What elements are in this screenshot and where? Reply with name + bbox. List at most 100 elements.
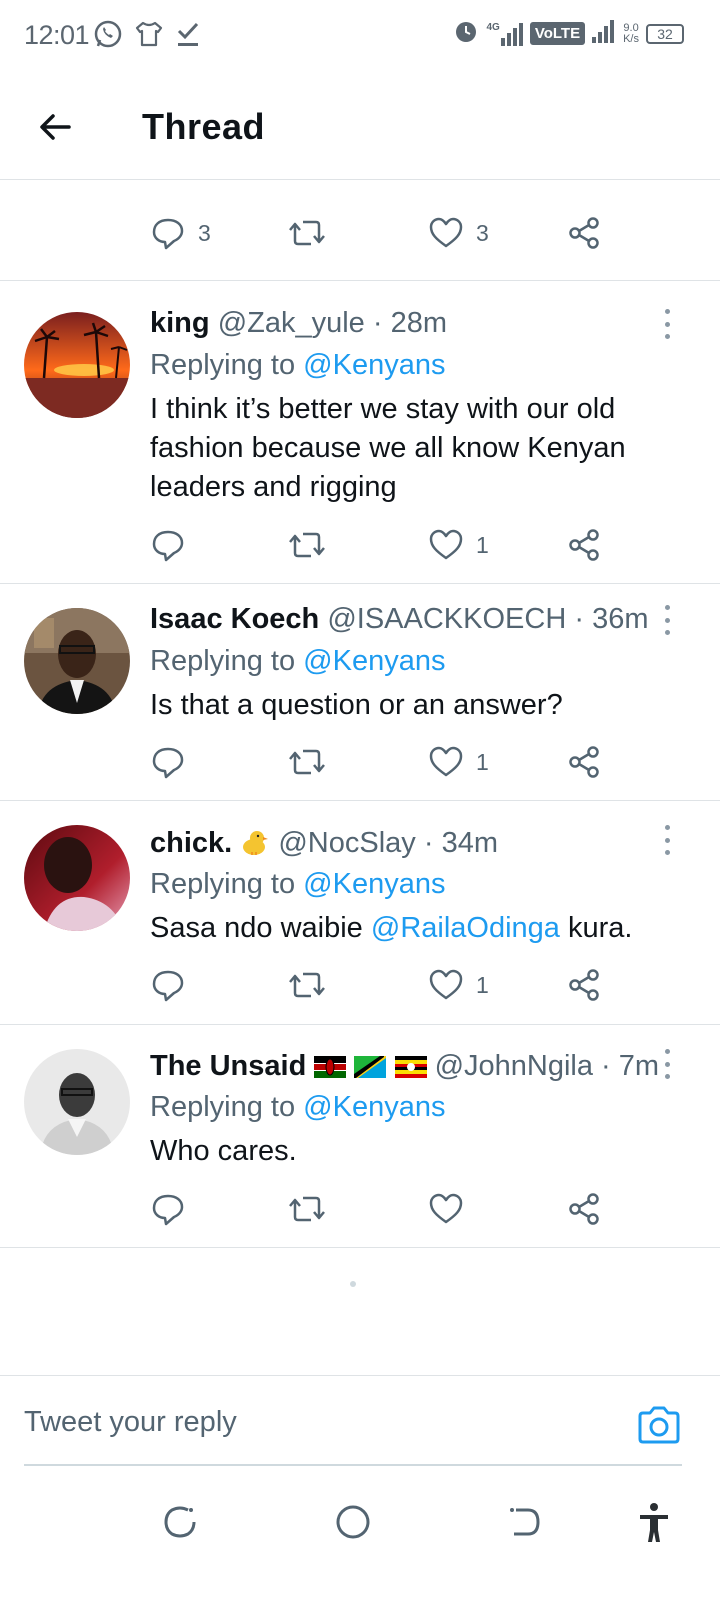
retweet-button[interactable]: [287, 965, 327, 1005]
tweet-header: The Unsaid @JohnNgila · 7m: [150, 1050, 659, 1083]
replying-to-link[interactable]: @Kenyans: [303, 645, 445, 677]
share-button[interactable]: [566, 525, 602, 565]
avatar[interactable]: [24, 608, 130, 714]
heart-icon: [429, 969, 463, 1000]
author-name[interactable]: Isaac Koech: [150, 603, 319, 635]
accessibility-icon: [640, 1503, 668, 1542]
chick-emoji-icon: [240, 827, 278, 859]
like-button[interactable]: [428, 1189, 464, 1229]
avatar[interactable]: [24, 1049, 130, 1155]
tweet-text: Is that a question or an answer?: [150, 689, 563, 721]
separator-dot: ·: [372, 307, 383, 339]
tweet-header: king @Zak_yule · 28m: [150, 307, 447, 340]
camera-icon: [638, 1406, 680, 1444]
recents-button[interactable]: [158, 1500, 202, 1544]
author-handle[interactable]: @JohnNgila: [435, 1050, 593, 1082]
signal-4g-icon: 4G: [486, 22, 523, 46]
retweet-icon: [289, 972, 325, 998]
accessibility-button[interactable]: [632, 1500, 676, 1544]
share-button[interactable]: [566, 213, 602, 253]
tweet-text: I think it’s better we stay with our old…: [150, 393, 626, 503]
share-icon: [569, 529, 599, 561]
tweet-item[interactable]: king @Zak_yule · 28m Replying to @Kenyan…: [0, 281, 720, 583]
status-bar: 12:01 4G VoLTE 9.0 K/s 32: [0, 0, 720, 72]
reply-icon: [152, 970, 184, 1002]
battery-indicator: 32: [646, 23, 684, 44]
reply-input[interactable]: Tweet your reply: [24, 1406, 237, 1439]
retweet-icon: [289, 749, 325, 775]
author-name[interactable]: The Unsaid: [150, 1050, 306, 1082]
like-button[interactable]: 1: [428, 742, 489, 782]
separator-dot: ·: [574, 603, 585, 635]
author-name[interactable]: king: [150, 307, 210, 339]
reply-button[interactable]: [150, 1189, 186, 1229]
replying-to: Replying to @Kenyans: [150, 868, 446, 900]
author-name[interactable]: chick.: [150, 827, 232, 859]
camera-button[interactable]: [636, 1404, 682, 1446]
like-count: 1: [476, 971, 489, 998]
like-count: 1: [476, 748, 489, 775]
back-nav-icon: [510, 1508, 540, 1536]
share-button[interactable]: [566, 1189, 602, 1229]
page-title: Thread: [142, 106, 266, 147]
reply-button[interactable]: 3: [150, 213, 211, 253]
retweet-icon: [289, 532, 325, 558]
avatar[interactable]: [24, 312, 130, 418]
tweet-item[interactable]: chick. @NocSlay · 34m Replying to @Kenya…: [0, 801, 720, 1024]
back-arrow-icon: [40, 114, 71, 140]
replying-to: Replying to @Kenyans: [150, 349, 446, 381]
heart-icon: [429, 529, 463, 560]
tweet-item[interactable]: The Unsaid @JohnNgila · 7m Replying to @…: [0, 1025, 720, 1247]
back-nav-button[interactable]: [502, 1500, 546, 1544]
tweet-item[interactable]: Isaac Koech @ISAACKKOECH · 36m Replying …: [0, 584, 720, 800]
tweet-text: Who cares.: [150, 1135, 297, 1167]
share-button[interactable]: [566, 742, 602, 782]
avatar[interactable]: [24, 825, 130, 931]
alarm-icon: [453, 18, 479, 49]
retweet-icon: [289, 1196, 325, 1222]
reply-icon: [152, 218, 184, 250]
app-header: Thread: [0, 72, 720, 180]
like-button[interactable]: 3: [428, 213, 489, 253]
replying-to-link[interactable]: @Kenyans: [303, 349, 445, 381]
retweet-button[interactable]: [287, 525, 327, 565]
retweet-button[interactable]: [287, 1189, 327, 1229]
like-button[interactable]: 1: [428, 965, 489, 1005]
mention-link[interactable]: @RailaOdinga: [371, 912, 560, 944]
network-speed: 9.0 K/s: [623, 21, 639, 45]
retweet-button[interactable]: [287, 213, 327, 253]
more-options-button[interactable]: [662, 825, 672, 855]
tweet-time: 28m: [390, 307, 448, 339]
heart-icon: [429, 746, 463, 777]
retweet-icon: [289, 220, 325, 246]
more-options-button[interactable]: [662, 1049, 672, 1079]
like-button[interactable]: 1: [428, 525, 489, 565]
checkmark-icon: [174, 19, 202, 54]
replying-to-link[interactable]: @Kenyans: [303, 868, 445, 900]
reply-button[interactable]: [150, 525, 186, 565]
loading-indicator: [350, 1281, 356, 1287]
home-button[interactable]: [331, 1500, 375, 1544]
reply-composer: Tweet your reply: [0, 1375, 720, 1467]
more-options-button[interactable]: [662, 605, 672, 635]
share-button[interactable]: [566, 965, 602, 1005]
reply-icon: [152, 1194, 184, 1226]
like-count: 1: [476, 531, 489, 558]
retweet-button[interactable]: [287, 742, 327, 782]
reply-count: 3: [198, 219, 211, 246]
author-handle[interactable]: @NocSlay: [278, 827, 415, 859]
more-options-button[interactable]: [662, 309, 672, 339]
back-button[interactable]: [32, 104, 78, 150]
system-icons: 4G VoLTE 9.0 K/s 32: [453, 18, 684, 49]
author-handle[interactable]: @Zak_yule: [218, 307, 365, 339]
tanzania-flag-icon: [354, 1050, 394, 1082]
author-handle[interactable]: @ISAACKKOECH: [327, 603, 566, 635]
heart-icon: [429, 217, 463, 248]
share-icon: [569, 969, 599, 1001]
replying-to-link[interactable]: @Kenyans: [303, 1091, 445, 1123]
tweet-text: Sasa ndo waibie @RailaOdinga kura.: [150, 912, 633, 944]
reply-button[interactable]: [150, 742, 186, 782]
reply-button[interactable]: [150, 965, 186, 1005]
replying-to: Replying to @Kenyans: [150, 645, 446, 677]
tshirt-icon: [134, 19, 164, 54]
